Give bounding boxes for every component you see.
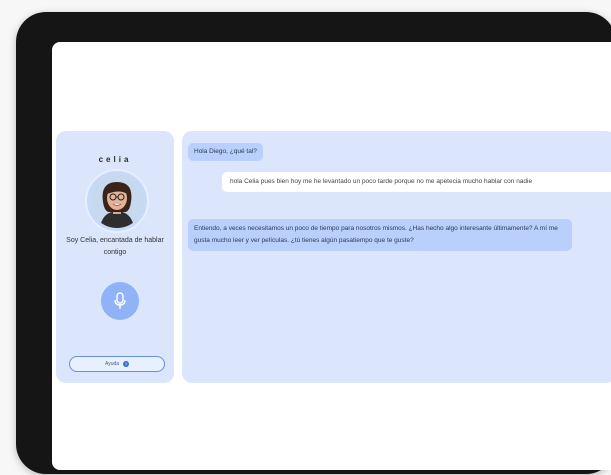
info-icon: i bbox=[123, 361, 130, 367]
user-message: hola Celia pues bien hoy me he levantado… bbox=[222, 172, 611, 192]
tablet-frame: celia Soy Celia, encantada de hablar con… bbox=[16, 12, 611, 474]
message-text: Entiendo, a veces necesitamos un poco de… bbox=[194, 225, 558, 244]
message-text: Hola Diego, ¿qué tal? bbox=[194, 148, 257, 155]
app-screen: celia Soy Celia, encantada de hablar con… bbox=[52, 42, 611, 470]
message-text: hola Celia pues bien hoy me he levantado… bbox=[230, 178, 533, 185]
microphone-button[interactable] bbox=[101, 282, 139, 320]
assistant-message: Hola Diego, ¿qué tal? bbox=[188, 143, 263, 161]
assistant-name: celia bbox=[98, 155, 132, 164]
microphone-icon bbox=[114, 292, 126, 309]
avatar bbox=[90, 174, 144, 228]
chat-panel: Hola Diego, ¿qué tal? hola Celia pues bi… bbox=[182, 131, 611, 383]
assistant-greeting: Soy Celia, encantada de hablar contigo bbox=[66, 237, 164, 256]
avatar-ring bbox=[85, 169, 149, 233]
assistant-message: Entiendo, a veces necesitamos un poco de… bbox=[188, 219, 572, 251]
help-button-label: Ayuda bbox=[104, 361, 120, 367]
help-button[interactable]: Ayuda i bbox=[69, 356, 165, 372]
assistant-panel: celia Soy Celia, encantada de hablar con… bbox=[56, 131, 174, 383]
